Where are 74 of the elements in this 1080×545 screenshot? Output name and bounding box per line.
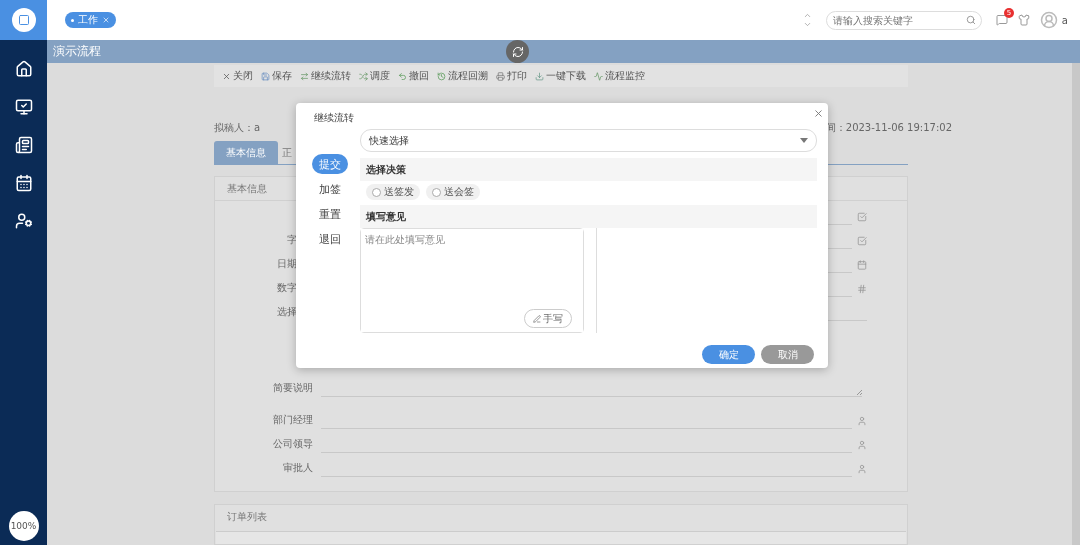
toolbar-button[interactable]: 继续流转	[300, 69, 351, 83]
field-label: 字	[286, 233, 297, 247]
radio-option[interactable]: 送签发	[366, 184, 420, 200]
action-item[interactable]: 重置	[312, 204, 348, 224]
section-title: 选择决策	[366, 162, 406, 177]
action-item[interactable]: 退回	[312, 229, 348, 249]
shuffle-icon	[359, 71, 368, 81]
checkbox-icon[interactable]	[857, 236, 867, 246]
toolbar-button[interactable]: 一键下载	[535, 69, 586, 83]
field-label: 日期	[276, 257, 297, 271]
person-icon[interactable]	[857, 464, 867, 474]
toolbar-button[interactable]: 撤回	[398, 69, 429, 83]
activity-icon	[594, 71, 603, 81]
sort-icon[interactable]	[802, 11, 812, 29]
field-label: 选择	[276, 305, 297, 319]
newspaper-icon[interactable]	[14, 136, 33, 154]
close-icon	[222, 71, 231, 81]
toolbar-button[interactable]: 保存	[261, 69, 292, 83]
toolbar-button[interactable]: 流程回溯	[437, 69, 488, 83]
field-label: 部门经理	[272, 413, 313, 427]
handwrite-button[interactable]: 手写	[524, 309, 572, 328]
section-title: 填写意见	[366, 209, 406, 224]
page-title: 演示流程	[53, 43, 101, 60]
save-icon	[261, 71, 270, 81]
undo-icon	[398, 71, 407, 81]
radio-icon[interactable]	[372, 187, 381, 197]
resize-handle-icon[interactable]	[856, 389, 862, 395]
person-icon[interactable]	[857, 440, 867, 450]
shirt-icon[interactable]	[1017, 14, 1030, 26]
message-icon[interactable]	[995, 14, 1008, 26]
field-label: 审批人	[282, 461, 313, 475]
radio-option[interactable]: 送会签	[426, 184, 480, 200]
calendar-icon[interactable]	[14, 174, 33, 192]
field-label: 数字	[276, 281, 297, 295]
close-button[interactable]	[813, 108, 824, 119]
person-icon[interactable]	[857, 416, 867, 426]
section-title: 基本信息	[227, 181, 267, 196]
action-item[interactable]: 提交	[312, 154, 348, 174]
home-icon[interactable]	[14, 60, 33, 78]
logo-icon[interactable]	[11, 8, 36, 32]
printer-icon	[496, 71, 505, 81]
user-name[interactable]: a	[1061, 14, 1068, 26]
opinion-field[interactable]: 请在此处填写意见 手写	[360, 228, 584, 333]
transfer-icon	[300, 71, 309, 81]
toolbar-button[interactable]: 调度	[359, 69, 390, 83]
tag[interactable]: 工作	[65, 12, 116, 28]
radio-icon[interactable]	[432, 187, 441, 197]
close-icon[interactable]	[102, 16, 110, 24]
dialog-title: 继续流转	[314, 111, 355, 125]
drafter-text: 拟稿人：a	[214, 121, 261, 135]
toolbar-button[interactable]: 流程监控	[594, 69, 645, 83]
monitor-icon[interactable]	[14, 98, 33, 116]
field-label: 公司领导	[272, 437, 313, 451]
refresh-icon	[511, 45, 524, 58]
history-icon	[437, 71, 446, 81]
zoom-badge[interactable]: 100%	[8, 511, 39, 541]
avatar-icon[interactable]	[1039, 11, 1058, 29]
user-settings-icon[interactable]	[14, 212, 33, 230]
action-item[interactable]: 加签	[312, 179, 348, 199]
dropdown-icon	[800, 138, 808, 143]
section-title: 订单列表	[227, 509, 267, 524]
tab[interactable]: 正	[278, 141, 304, 164]
search-field[interactable]: 请输入搜索关键字	[825, 10, 982, 30]
confirm-button[interactable]: 确定	[702, 345, 755, 364]
toolbar-button[interactable]: 关闭	[222, 69, 253, 83]
checkbox-icon[interactable]	[857, 212, 867, 222]
search-icon[interactable]	[965, 14, 976, 25]
time-text: 间：2023-11-06 19:17:02	[825, 121, 952, 135]
pen-icon	[533, 314, 541, 323]
quick-select[interactable]: 快速选择	[360, 129, 817, 152]
download-icon	[535, 71, 544, 81]
field-label: 简要说明	[272, 381, 313, 395]
number-icon[interactable]	[857, 284, 867, 294]
toolbar-button[interactable]: 打印	[496, 69, 527, 83]
